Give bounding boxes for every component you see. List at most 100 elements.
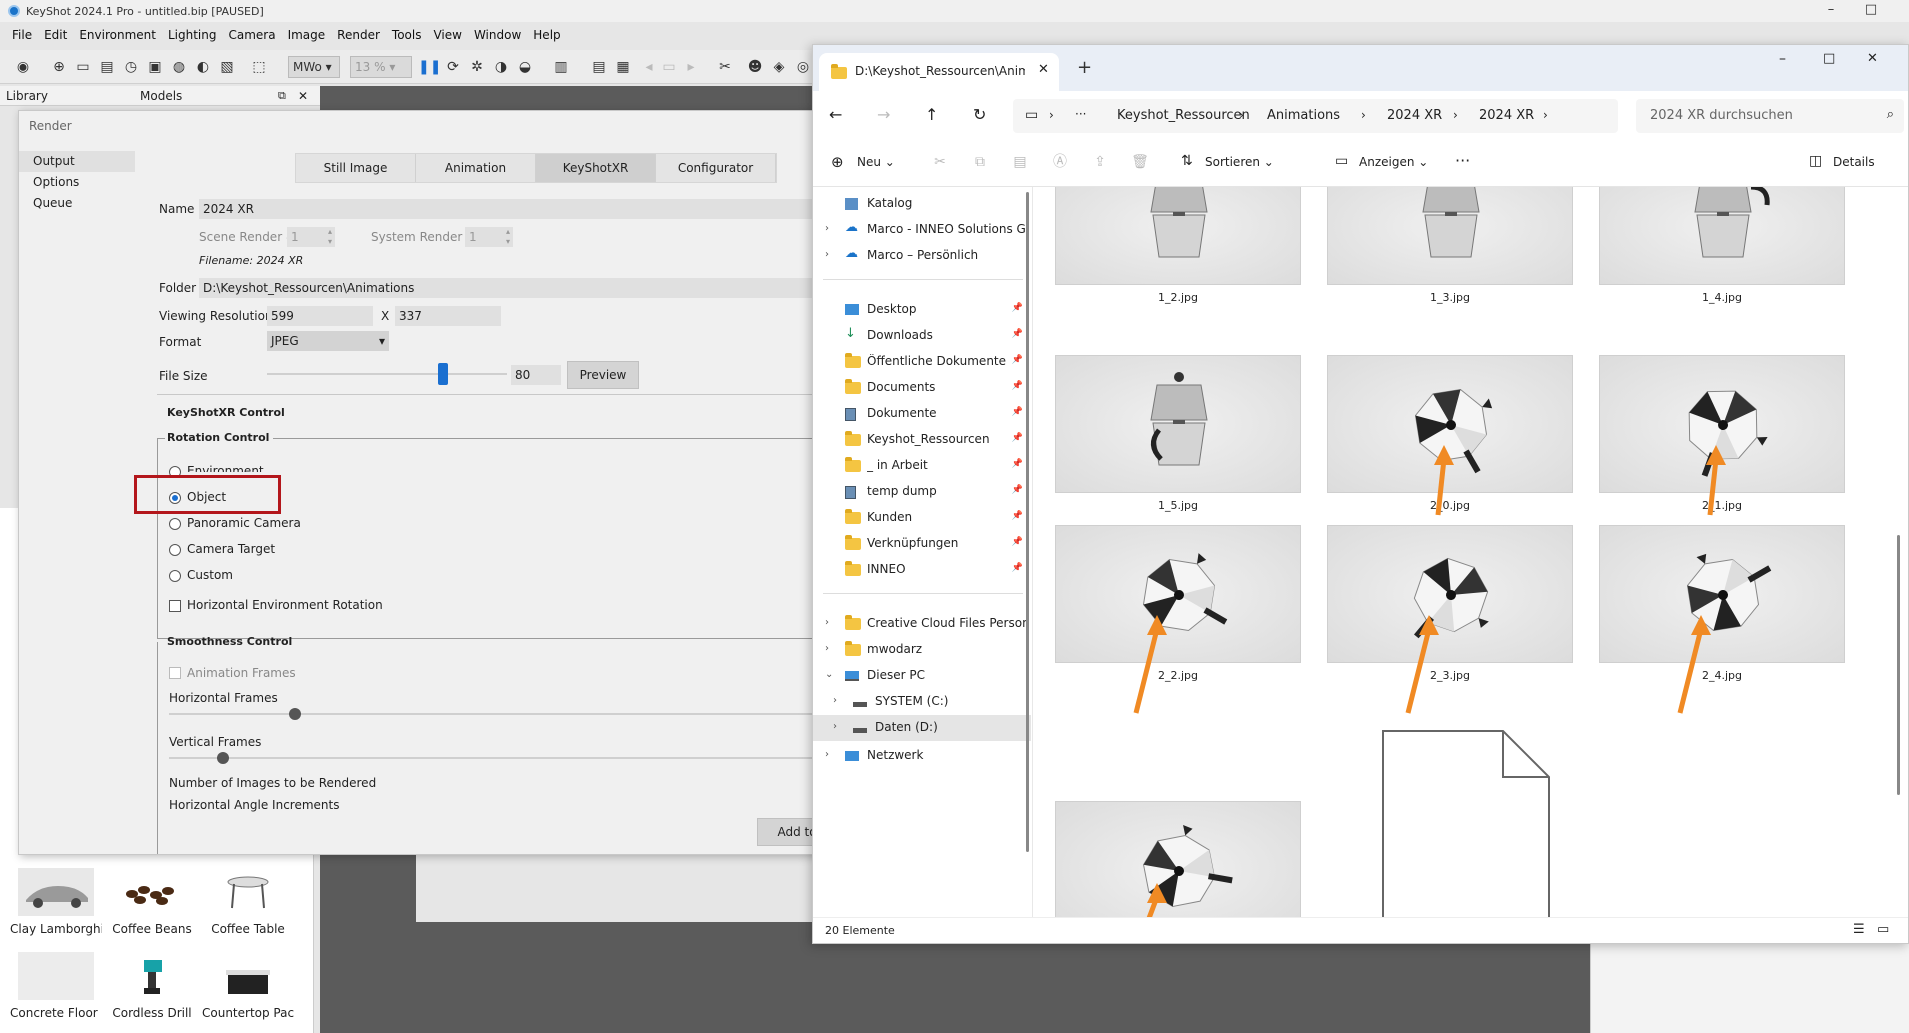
tile-view-icon[interactable]: ▭ <box>1877 922 1889 937</box>
nav-item[interactable]: Katalog <box>813 191 1031 217</box>
library-item[interactable]: Concrete Floor ... <box>10 952 102 1020</box>
radio-camera-target[interactable] <box>169 544 181 556</box>
nav-options[interactable]: Options <box>19 172 141 193</box>
render-icon[interactable]: ▣ <box>146 58 164 76</box>
menu-lighting[interactable]: Lighting <box>162 26 223 46</box>
system-render-spinner[interactable]: 1 ▴ ▾ <box>465 227 513 247</box>
nav-item[interactable]: › ☁ Marco - INNEO Solutions Gmb <box>813 217 1031 243</box>
breadcrumb-chevron-icon[interactable]: › <box>1543 108 1548 122</box>
vertical-scrollbar[interactable] <box>1897 535 1900 795</box>
units-select[interactable]: MWo ▾ <box>288 56 340 78</box>
search-box[interactable]: 2024 XR durchsuchen ⌕ <box>1636 99 1904 133</box>
paste-icon[interactable]: ▤ <box>1011 153 1029 171</box>
prev-icon[interactable]: ◂ <box>640 58 658 76</box>
format-select[interactable]: JPEG ▾ <box>267 331 389 351</box>
library-item[interactable]: Coffee Table <box>202 868 294 936</box>
library-tab[interactable]: Library <box>6 89 48 103</box>
minimize-icon[interactable]: – <box>1779 51 1786 67</box>
camera-icon[interactable]: ◈ <box>770 58 788 76</box>
nav-item[interactable]: › ☁ Marco – Persönlich <box>813 243 1031 269</box>
refresh-icon[interactable]: ↻ <box>973 105 986 124</box>
frame-icon[interactable]: ▥ <box>552 58 570 76</box>
name-input[interactable]: 2024 XR <box>199 199 817 219</box>
nav-item[interactable]: Verknüpfungen 📌 <box>813 531 1031 557</box>
material-icon[interactable]: ◍ <box>170 58 188 76</box>
tab-animation[interactable]: Animation <box>416 154 536 182</box>
float-icon[interactable]: ⧉ <box>278 89 286 103</box>
menu-environment[interactable]: Environment <box>73 26 162 46</box>
expand-chevron-icon[interactable]: › <box>833 721 837 732</box>
nav-item[interactable]: Documents 📌 <box>813 375 1031 401</box>
file-tile[interactable]: 2_5.jpg <box>1055 801 1301 917</box>
file-size-input[interactable]: 80 <box>511 365 561 385</box>
new-button[interactable]: Neu ⌄ <box>857 155 895 169</box>
menu-help[interactable]: Help <box>527 26 566 46</box>
resolution-width-input[interactable]: 599 <box>267 306 373 326</box>
cut-icon[interactable]: ✂ <box>931 153 949 171</box>
nav-item[interactable]: INNEO 📌 <box>813 557 1031 583</box>
layout-icon-2[interactable]: ▦ <box>614 58 632 76</box>
nav-item[interactable]: temp dump 📌 <box>813 479 1031 505</box>
more-options-icon[interactable]: ··· <box>1455 151 1470 170</box>
file-size-slider[interactable] <box>267 373 507 375</box>
vertical-frames-handle[interactable] <box>217 752 229 764</box>
animation-frames-checkbox[interactable] <box>169 667 181 679</box>
maximize-icon[interactable]: □ <box>1823 51 1835 66</box>
horizontal-env-rotation-checkbox[interactable] <box>169 600 181 612</box>
folder-input[interactable]: D:\Keyshot_Ressourcen\Animations <box>199 278 817 298</box>
breadcrumb-item[interactable]: 2024 XR <box>1387 108 1442 123</box>
preview-button[interactable]: Preview <box>567 361 639 389</box>
animation-icon[interactable]: ◷ <box>122 58 140 76</box>
up-icon[interactable]: ↑ <box>925 105 938 124</box>
menu-tools[interactable]: Tools <box>386 26 428 46</box>
more-path-icon[interactable]: ··· <box>1075 107 1086 121</box>
menu-window[interactable]: Window <box>468 26 527 46</box>
nav-item[interactable]: Öffentliche Dokumente 📌 <box>813 349 1031 375</box>
explorer-tab[interactable]: D:\Keyshot_Ressourcen\Anima ✕ <box>819 53 1059 91</box>
nav-scrollbar[interactable] <box>1026 192 1029 852</box>
breadcrumb-item[interactable]: Keyshot_Ressourcen <box>1117 108 1250 123</box>
file-tile[interactable]: 2_1.jpg <box>1599 355 1845 512</box>
realtime-icon[interactable]: ⟳ <box>444 58 462 76</box>
new-icon[interactable]: ⊕ <box>831 153 844 171</box>
view-button[interactable]: Anzeigen ⌄ <box>1359 155 1428 169</box>
horizontal-frames-handle[interactable] <box>289 708 301 720</box>
zoom-select[interactable]: 13 % ▾ <box>350 56 412 78</box>
maximize-icon[interactable]: □ <box>1851 0 1891 22</box>
file-tile[interactable]: 1_2.jpg <box>1055 187 1301 304</box>
file-tile[interactable]: 2_4.jpg <box>1599 525 1845 682</box>
file-tile[interactable]: 2024 XR.360 <box>1327 707 1573 917</box>
select-icon[interactable]: ⬚ <box>250 58 268 76</box>
radio-custom[interactable] <box>169 570 181 582</box>
gear-icon[interactable]: ✲ <box>468 58 486 76</box>
nav-item[interactable]: ↓ Downloads 📌 <box>813 323 1031 349</box>
expand-chevron-icon[interactable]: › <box>833 695 837 706</box>
library-item[interactable]: Coffee Beans <box>106 868 198 936</box>
file-tile[interactable]: 2_2.jpg <box>1055 525 1301 682</box>
half-circle-icon[interactable]: ◒ <box>516 58 534 76</box>
models-tab[interactable]: Models <box>140 89 182 103</box>
close-tab-icon[interactable]: ✕ <box>1038 62 1049 77</box>
cut-icon[interactable]: ▭ <box>660 58 678 76</box>
menu-file[interactable]: File <box>6 26 38 46</box>
expand-chevron-icon[interactable]: › <box>825 617 829 628</box>
breadcrumb-item[interactable]: Animations <box>1267 108 1340 123</box>
address-bar[interactable]: ▭ › ··· Keyshot_Ressourcen › Animations … <box>1013 99 1618 133</box>
forward-icon[interactable]: → <box>877 105 890 124</box>
nav-item[interactable]: Keyshot_Ressourcen 📌 <box>813 427 1031 453</box>
delete-icon[interactable]: 🗑 <box>1131 153 1149 171</box>
nav-item[interactable]: ⌄ Dieser PC <box>813 663 1031 689</box>
texture-icon[interactable]: ◐ <box>194 58 212 76</box>
library-icon[interactable]: ▭ <box>74 58 92 76</box>
expand-chevron-icon[interactable]: ⌄ <box>825 669 833 680</box>
layout-icon[interactable]: ▤ <box>590 58 608 76</box>
resolution-height-input[interactable]: 337 <box>395 306 501 326</box>
tab-configurator[interactable]: Configurator <box>656 154 776 182</box>
nav-item[interactable]: › Daten (D:) <box>813 715 1031 741</box>
expand-chevron-icon[interactable]: › <box>825 223 829 234</box>
minimize-icon[interactable]: – <box>1811 0 1851 22</box>
nav-item[interactable]: Kunden 📌 <box>813 505 1031 531</box>
rename-icon[interactable]: Ⓐ <box>1051 153 1069 171</box>
menu-edit[interactable]: Edit <box>38 26 73 46</box>
pause-icon[interactable]: ❚❚ <box>418 58 441 76</box>
